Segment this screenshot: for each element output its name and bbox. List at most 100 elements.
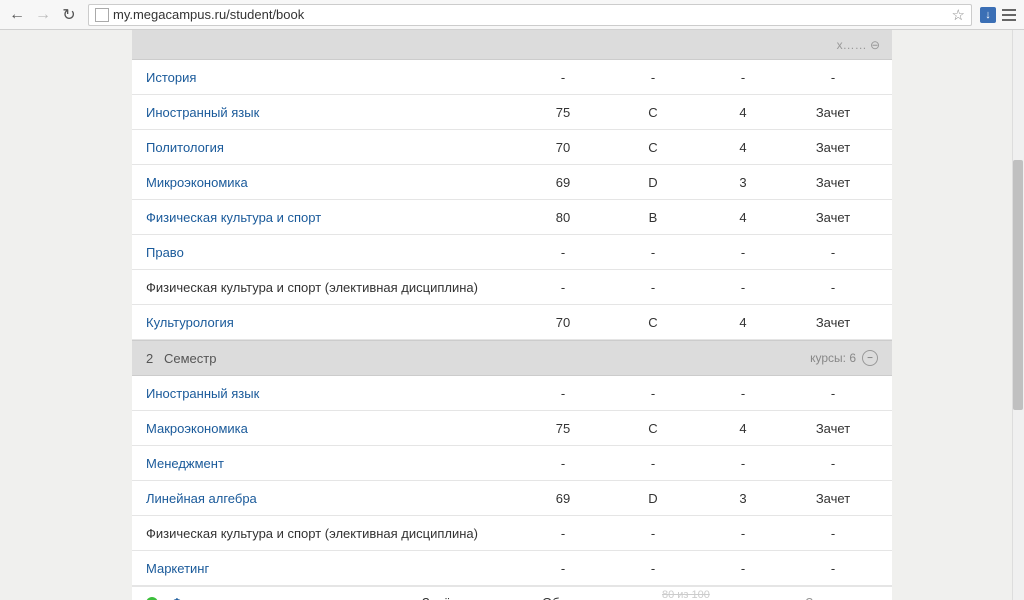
course-letter: C <box>608 105 698 120</box>
bottom-course-link[interactable]: Физическая культура и спорт <box>172 595 422 600</box>
course-credit: - <box>698 456 788 471</box>
collapse-icon[interactable]: − <box>862 350 878 366</box>
course-row: Менеджмент---- <box>132 446 892 481</box>
partial-header-row: х…… ⊖ <box>132 30 892 60</box>
reload-button[interactable]: ↻ <box>58 4 80 26</box>
course-row: Иностранный язык75C4Зачет <box>132 95 892 130</box>
course-name[interactable]: Право <box>146 245 518 260</box>
course-row: Право---- <box>132 235 892 270</box>
course-result: Зачет <box>788 140 878 155</box>
course-result: Зачет <box>788 491 878 506</box>
course-letter: - <box>608 70 698 85</box>
course-letter: - <box>608 561 698 576</box>
course-score: - <box>518 456 608 471</box>
browser-toolbar: ← → ↻ my.megacampus.ru/student/book ☆ ↓ <box>0 0 1024 30</box>
course-row: История---- <box>132 60 892 95</box>
course-score: 70 <box>518 315 608 330</box>
course-letter: - <box>608 526 698 541</box>
page-viewport: х…… ⊖ История----Иностранный язык75C4Зач… <box>0 30 1024 600</box>
course-row: Физическая культура и спорт (элективная … <box>132 270 892 305</box>
bottom-progress-cut: 80 из 100 <box>662 589 710 600</box>
course-name[interactable]: Иностранный язык <box>146 386 518 401</box>
course-credit: 4 <box>698 421 788 436</box>
course-name: Физическая культура и спорт (элективная … <box>146 526 518 541</box>
course-letter: B <box>608 210 698 225</box>
course-letter: - <box>608 386 698 401</box>
course-name[interactable]: Микроэкономика <box>146 175 518 190</box>
course-result: - <box>788 526 878 541</box>
course-name[interactable]: История <box>146 70 518 85</box>
course-letter: C <box>608 140 698 155</box>
course-result: - <box>788 386 878 401</box>
course-name[interactable]: Менеджмент <box>146 456 518 471</box>
course-score: 80 <box>518 210 608 225</box>
course-name[interactable]: Линейная алгебра <box>146 491 518 506</box>
bottom-status-row: Физическая культура и спорт Зачёт Обучен… <box>132 586 892 600</box>
bottom-mode: Обучение <box>542 595 662 600</box>
course-score: - <box>518 526 608 541</box>
course-result: - <box>788 70 878 85</box>
course-row: Политология70C4Зачет <box>132 130 892 165</box>
course-result: - <box>788 561 878 576</box>
course-row: Иностранный язык---- <box>132 376 892 411</box>
course-score: 70 <box>518 140 608 155</box>
course-row: Физическая культура и спорт80B4Зачет <box>132 200 892 235</box>
course-credit: 3 <box>698 491 788 506</box>
course-name[interactable]: Политология <box>146 140 518 155</box>
course-row: Макроэкономика75C4Зачет <box>132 411 892 446</box>
url-text: my.megacampus.ru/student/book <box>113 7 948 22</box>
course-name[interactable]: Макроэкономика <box>146 421 518 436</box>
course-row: Физическая культура и спорт (элективная … <box>132 516 892 551</box>
course-credit: - <box>698 280 788 295</box>
url-bar[interactable]: my.megacampus.ru/student/book ☆ <box>88 4 972 26</box>
course-letter: - <box>608 280 698 295</box>
course-score: - <box>518 70 608 85</box>
course-name[interactable]: Культурология <box>146 315 518 330</box>
course-credit: 4 <box>698 315 788 330</box>
course-name[interactable]: Физическая культура и спорт <box>146 210 518 225</box>
course-score: 69 <box>518 491 608 506</box>
course-name[interactable]: Маркетинг <box>146 561 518 576</box>
course-credit: 4 <box>698 140 788 155</box>
course-score: - <box>518 386 608 401</box>
back-button[interactable]: ← <box>6 4 28 26</box>
semester-label: Семестр <box>164 351 810 366</box>
partial-header-text: х…… ⊖ <box>837 38 880 52</box>
course-result: Зачет <box>788 210 878 225</box>
course-result: Зачет <box>788 421 878 436</box>
course-credit: 4 <box>698 105 788 120</box>
course-row: Линейная алгебра69D3Зачет <box>132 481 892 516</box>
course-row: Маркетинг---- <box>132 551 892 586</box>
download-icon[interactable]: ↓ <box>980 7 996 23</box>
course-credit: 4 <box>698 210 788 225</box>
course-row: Культурология70C4Зачет <box>132 305 892 340</box>
course-name[interactable]: Иностранный язык <box>146 105 518 120</box>
course-score: 75 <box>518 105 608 120</box>
course-result: - <box>788 245 878 260</box>
course-row: Микроэкономика69D3Зачет <box>132 165 892 200</box>
bookmark-star-icon[interactable]: ☆ <box>952 6 965 24</box>
bottom-type: Зачёт <box>422 595 542 600</box>
course-letter: D <box>608 175 698 190</box>
course-name: Физическая культура и спорт (элективная … <box>146 280 518 295</box>
course-score: - <box>518 280 608 295</box>
course-result: Зачет <box>788 315 878 330</box>
scrollbar-thumb[interactable] <box>1013 160 1023 410</box>
course-credit: - <box>698 245 788 260</box>
semester-header[interactable]: 2 Семестр курсы: 6 − <box>132 340 892 376</box>
status-dot-icon <box>146 597 158 600</box>
course-letter: - <box>608 456 698 471</box>
forward-button[interactable]: → <box>32 4 54 26</box>
course-credit: - <box>698 561 788 576</box>
page-icon <box>95 8 109 22</box>
scrollbar-track[interactable] <box>1012 30 1024 600</box>
course-letter: D <box>608 491 698 506</box>
course-score: 75 <box>518 421 608 436</box>
course-result: - <box>788 456 878 471</box>
course-letter: C <box>608 421 698 436</box>
menu-button[interactable] <box>1000 7 1018 23</box>
gradebook-content: х…… ⊖ История----Иностранный язык75C4Зач… <box>132 30 892 600</box>
course-score: - <box>518 245 608 260</box>
course-credit: - <box>698 386 788 401</box>
bottom-status-cut: «Зачтено» <box>782 595 878 600</box>
